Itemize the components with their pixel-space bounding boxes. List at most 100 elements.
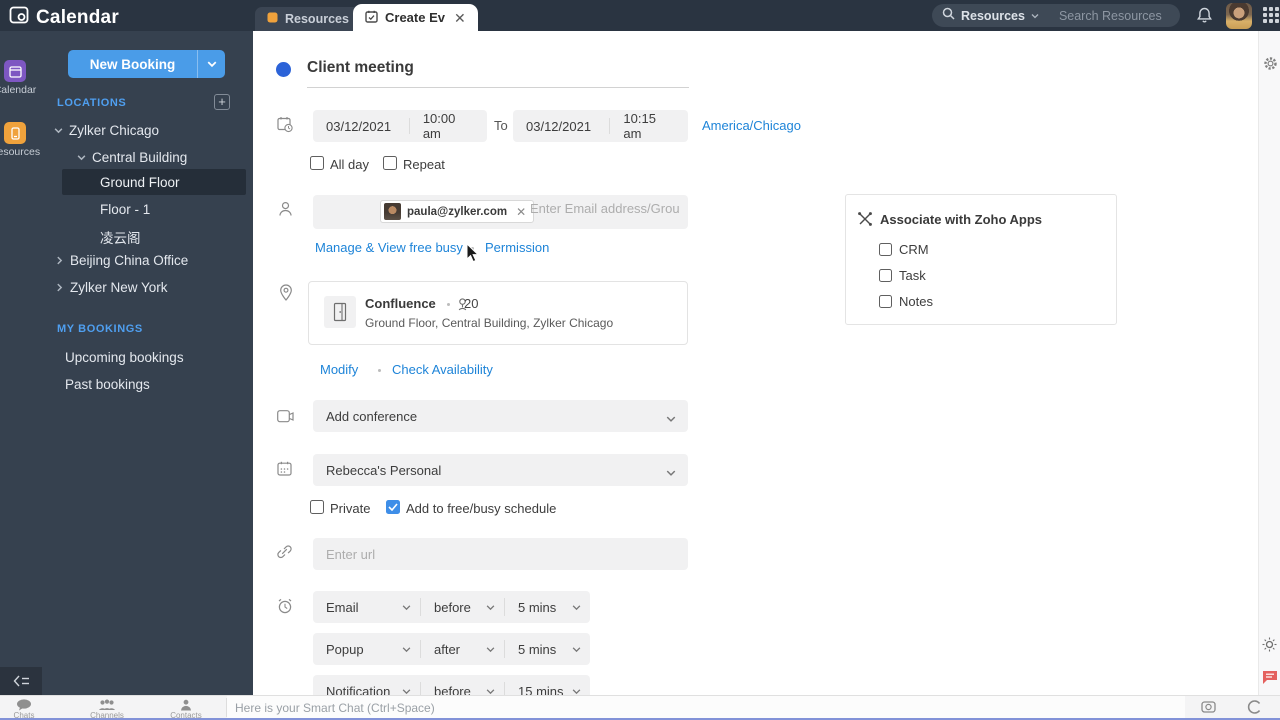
attendee-avatar — [384, 203, 401, 220]
divider — [307, 87, 689, 88]
calendar-select-dropdown[interactable]: Rebecca's Personal — [313, 454, 688, 486]
url-input[interactable] — [313, 547, 653, 562]
event-title-input[interactable]: Client meeting — [307, 59, 414, 77]
locations-header: LOCATIONS — [57, 97, 126, 109]
rail-calendar-icon[interactable] — [4, 60, 26, 82]
notes-checkbox[interactable] — [879, 295, 892, 308]
user-avatar[interactable] — [1226, 3, 1252, 29]
timezone-link[interactable]: America/Chicago — [702, 118, 801, 133]
feedback-icon[interactable] — [1262, 670, 1278, 690]
tree-item-label: Central Building — [92, 150, 187, 165]
tree-item-central-building[interactable]: Central Building — [77, 150, 187, 165]
permission-link[interactable]: Permission — [485, 240, 549, 255]
end-datetime-field[interactable]: 03/12/2021 10:15 am — [513, 110, 688, 142]
sidebar-item-past-bookings[interactable]: Past bookings — [65, 377, 150, 392]
tab-create-event[interactable]: Create Ev ✕ — [353, 4, 478, 31]
person-icon — [180, 699, 192, 711]
end-date-input[interactable]: 03/12/2021 — [513, 119, 609, 134]
chat-bubble-icon — [16, 699, 32, 711]
attendees-field[interactable]: paula@zylker.com ✕ — [313, 195, 688, 229]
modify-link[interactable]: Modify — [320, 362, 358, 377]
remove-attendee-icon[interactable]: ✕ — [516, 205, 526, 219]
attendee-chip[interactable]: paula@zylker.com ✕ — [380, 200, 534, 223]
calendar-logo-icon — [9, 5, 29, 30]
calendar-icon — [277, 461, 292, 481]
right-utility-strip — [1258, 31, 1280, 695]
my-bookings-header: MY BOOKINGS — [57, 323, 143, 335]
screen-capture-icon[interactable] — [1201, 700, 1216, 718]
end-time-input[interactable]: 10:15 am — [610, 111, 688, 141]
theme-sun-icon[interactable] — [1262, 637, 1277, 657]
settings-gear-icon[interactable] — [1263, 56, 1278, 76]
chevron-down-icon — [666, 411, 676, 429]
close-tab-icon[interactable]: ✕ — [454, 11, 466, 25]
rail-resources-icon[interactable] — [4, 122, 26, 144]
apps-grid-icon[interactable] — [1263, 7, 1280, 30]
start-time-input[interactable]: 10:00 am — [410, 111, 487, 141]
search-scope-selector[interactable]: Resources — [961, 9, 1025, 23]
freebusy-checkbox-checked[interactable] — [386, 500, 400, 514]
reminder-row-2: Popup after 5 mins — [313, 633, 590, 665]
app-logo[interactable]: Calendar — [9, 5, 119, 30]
calendar-name: Rebecca's Personal — [313, 463, 454, 478]
contacts-button[interactable]: Contacts — [164, 699, 208, 720]
topbar: Calendar Resources Create Ev ✕ Resources — [0, 0, 1280, 31]
repeat-checkbox[interactable] — [383, 156, 397, 170]
notifications-bell-icon[interactable] — [1197, 7, 1212, 29]
chevron-down-icon — [402, 603, 411, 612]
new-booking-dropdown[interactable] — [197, 50, 225, 78]
chevron-down-icon — [1031, 7, 1039, 25]
task-checkbox[interactable] — [879, 269, 892, 282]
resources-tab-icon — [267, 12, 278, 26]
tab-resources[interactable]: Resources — [255, 7, 361, 31]
tree-item-floor-1[interactable]: Floor - 1 — [100, 202, 150, 217]
add-conference-dropdown[interactable]: Add conference — [313, 400, 688, 432]
crm-label: CRM — [899, 242, 929, 257]
tree-item-label: Floor - 1 — [100, 202, 150, 217]
tree-item-ground-floor-selected[interactable]: Ground Floor — [62, 169, 246, 195]
chevron-down-icon — [666, 465, 676, 483]
manage-free-busy-link[interactable]: Manage & View free busy — [315, 240, 463, 255]
tree-item-beijing-china-office[interactable]: Beijing China Office — [55, 253, 188, 268]
reminder-time-dropdown[interactable]: 5 mins — [505, 591, 590, 623]
tree-item-lingyunge[interactable]: 凌云阁 — [100, 227, 141, 247]
new-booking-button[interactable]: New Booking — [68, 50, 225, 78]
check-availability-link[interactable]: Check Availability — [392, 362, 493, 377]
private-checkbox[interactable] — [310, 500, 324, 514]
reminder-time-dropdown[interactable]: 5 mins — [505, 633, 590, 665]
search-input[interactable] — [1059, 9, 1179, 23]
smart-chat-input[interactable] — [227, 696, 1185, 719]
reminder-time: 5 mins — [518, 600, 556, 615]
location-card[interactable]: Confluence 20 Ground Floor, Central Buil… — [308, 281, 688, 345]
attendee-input[interactable] — [530, 201, 680, 216]
link-icon — [277, 544, 292, 564]
chevron-down-icon — [54, 123, 63, 138]
tree-item-zylker-new-york[interactable]: Zylker New York — [55, 280, 168, 295]
alarm-clock-icon — [277, 598, 293, 619]
all-day-checkbox[interactable] — [310, 156, 324, 170]
attendee-email: paula@zylker.com — [407, 206, 507, 218]
reminder-when-dropdown[interactable]: after — [421, 633, 504, 665]
event-color-dot[interactable] — [276, 62, 291, 77]
global-search[interactable]: Resources — [932, 4, 1180, 27]
start-datetime-field[interactable]: 03/12/2021 10:00 am — [313, 110, 487, 142]
collapse-sidebar-button[interactable] — [0, 667, 42, 695]
tree-item-zylker-chicago[interactable]: Zylker Chicago — [54, 123, 159, 138]
location-address: Ground Floor, Central Building, Zylker C… — [365, 316, 613, 330]
reminder-when-dropdown[interactable]: before — [421, 591, 504, 623]
channels-button[interactable]: Channels — [85, 699, 129, 720]
datetime-icon — [277, 116, 293, 138]
chevron-right-icon — [52, 256, 67, 265]
sidebar-item-upcoming-bookings[interactable]: Upcoming bookings — [65, 350, 184, 365]
add-location-button[interactable]: + — [214, 94, 230, 110]
url-field[interactable] — [313, 538, 688, 570]
location-capacity: 20 — [464, 296, 478, 311]
start-date-input[interactable]: 03/12/2021 — [313, 119, 409, 134]
reminder-type-dropdown[interactable]: Email — [313, 591, 420, 623]
chevron-right-icon — [52, 283, 67, 292]
reminder-type-dropdown[interactable]: Popup — [313, 633, 420, 665]
chats-button[interactable]: Chats — [2, 699, 46, 720]
tree-item-label: Zylker Chicago — [69, 123, 159, 138]
crm-checkbox[interactable] — [879, 243, 892, 256]
refresh-c-icon[interactable] — [1246, 699, 1262, 720]
